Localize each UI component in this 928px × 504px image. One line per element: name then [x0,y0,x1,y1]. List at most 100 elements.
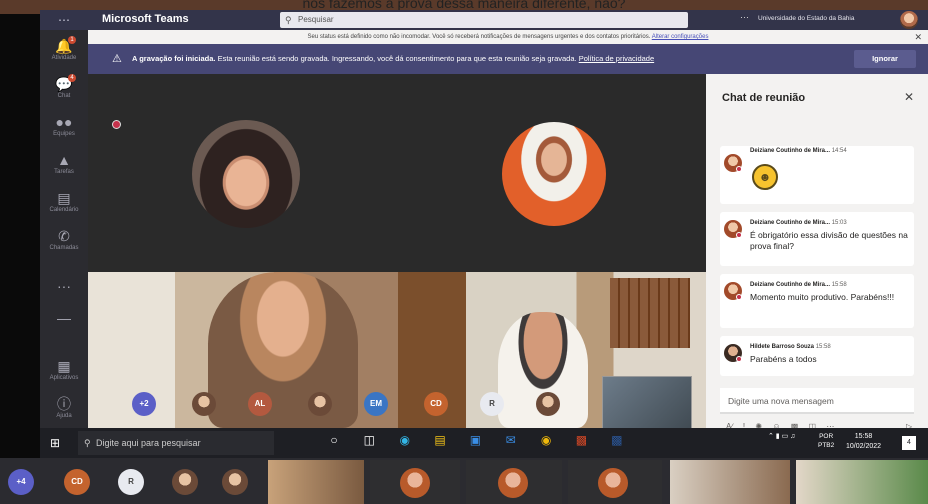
participant-chip[interactable]: EM [364,392,388,416]
app-rail: 🔔 1 Atividade 💬 4 Chat ●● Equipes ▲ Tare… [40,30,88,448]
rail-item-apps[interactable]: ▦ Aplicativos [40,358,88,382]
help-icon: ⓘ [57,396,71,412]
word-icon[interactable]: ▩ [605,433,629,447]
recording-started-label: A gravação foi iniciada. [132,54,216,63]
busy-status-icon [736,166,742,172]
assignments-icon: ▲ [57,152,71,168]
warning-icon: ⚠ [112,53,122,65]
task-view-icon[interactable]: ◫ [357,433,381,447]
participant-avatar [598,468,628,498]
participant-chip[interactable]: AL [248,392,272,416]
search-placeholder: Pesquisar [298,15,334,24]
chat-badge: 4 [68,74,76,82]
mail-icon[interactable]: ✉ [499,433,523,447]
chat-message: Deiziane Coutinho de Mira... 14:54 ☻ [720,146,914,204]
participant-video-thumbnail[interactable] [268,460,364,504]
avatar [724,220,742,238]
taskbar-search-input[interactable]: ⚲ Digite aqui para pesquisar [78,431,274,455]
change-settings-link[interactable]: Alterar configurações [652,34,709,40]
rail-item-more[interactable]: ··· [40,278,88,294]
title-bar: ⋯ Microsoft Teams ⚲ Pesquisar ··· Univer… [40,10,928,30]
search-input[interactable]: ⚲ Pesquisar [280,12,688,28]
busy-status-icon [736,356,742,362]
busy-status-icon [736,294,742,300]
participant-video-thumbnail[interactable] [466,460,562,504]
more-participants-chip[interactable]: +2 [132,392,156,416]
more-options-icon[interactable]: ··· [740,12,749,22]
app-launcher-icon[interactable]: ⋯ [40,10,88,30]
busy-status-icon [736,232,742,238]
rail-item-assignments[interactable]: ▲ Tarefas [40,152,88,176]
self-view-video[interactable] [602,376,692,432]
participant-avatar[interactable] [192,120,300,228]
chat-title: Chat de reunião [722,92,806,104]
participant-video-thumbnail[interactable] [568,460,662,504]
rail-item-teams[interactable]: ●● Equipes [40,114,88,138]
compose-message-input[interactable]: Digite uma nova mensagem [720,388,914,414]
message-text: É obrigatório essa divisão de questões n… [750,230,908,251]
bell-icon: 🔔 [55,38,73,54]
participant-chip[interactable] [192,392,216,416]
search-icon: ⚲ [84,438,91,448]
close-icon[interactable]: ✕ [914,30,922,44]
chat-message: Deiziane Coutinho de Mira... 15:58 Momen… [720,274,914,328]
rail-item-chat[interactable]: 💬 4 Chat [40,74,88,100]
participant-avatar[interactable] [502,122,606,226]
privacy-policy-link[interactable]: Política de privacidade [579,54,654,63]
windows-start-icon[interactable]: ⊞ [50,436,60,450]
profile-avatar[interactable] [900,11,918,29]
close-chat-icon[interactable]: ✕ [904,90,914,104]
participant-avatar [400,468,430,498]
more-participants-chip[interactable]: +4 [8,469,34,495]
bookshelf [610,278,690,348]
chat-icon: 💬 [55,76,73,92]
ignore-button[interactable]: Ignorar [854,50,916,68]
message-text: Parabéns a todos [750,354,817,364]
search-icon: ⚲ [285,15,292,25]
participant-chip[interactable]: R [480,392,504,416]
participant-video-thumbnail[interactable] [370,460,460,504]
participant-avatar [498,468,528,498]
participant-chip[interactable] [308,392,332,416]
store-icon[interactable]: ▣ [463,433,487,447]
avatar [724,154,742,172]
recording-indicator-icon [112,120,121,129]
participant-chip[interactable] [172,469,198,495]
notification-center-icon[interactable]: 4 [902,436,916,450]
participant-gallery: +4 CD R [0,458,928,504]
language-indicator[interactable]: POR PTB2 [818,432,834,450]
rail-item-calendar[interactable]: ▤ Calendário [40,190,88,214]
laughing-emoji-icon: ☻ [752,164,778,190]
powerpoint-icon[interactable]: ▩ [569,433,593,447]
participant-chip[interactable] [536,392,560,416]
screen-capture: nós fazemos a prova dessa maneira difere… [0,0,928,504]
system-tray-icons[interactable]: ⌃ ▮ ▭ ♫ [768,432,795,440]
edge-icon[interactable]: ◉ [393,433,417,447]
recording-banner: ⚠ A gravação foi iniciada. Esta reunião … [88,44,928,74]
avatar [724,344,742,362]
participant-chip[interactable] [222,469,248,495]
organization-name: Universidade do Estado da Bahia [758,15,855,22]
chat-message: Deiziane Coutinho de Mira... 15:03 É obr… [720,212,914,266]
taskbar-apps: ○ ◫ ◉ ▤ ▣ ✉ ◉ ▩ ▩ [322,433,637,447]
avatar [724,282,742,300]
file-explorer-icon[interactable]: ▤ [428,433,452,447]
participant-person [208,272,358,428]
chrome-icon[interactable]: ◉ [534,433,558,447]
cortana-icon[interactable]: ○ [322,433,346,447]
more-icon: ··· [57,278,71,294]
rail-item-activity[interactable]: 🔔 1 Atividade [40,36,88,62]
participant-chip[interactable]: CD [64,469,90,495]
windows-taskbar: ⊞ ⚲ Digite aqui para pesquisar ○ ◫ ◉ ▤ ▣… [40,428,928,458]
participant-video-thumbnail[interactable] [796,460,928,504]
participant-chip[interactable]: CD [424,392,448,416]
teams-window: ⋯ Microsoft Teams ⚲ Pesquisar ··· Univer… [40,10,928,458]
system-clock[interactable]: 15:58 10/02/2022 [846,432,881,452]
apps-icon: ▦ [57,358,71,374]
participant-chip[interactable]: R [118,469,144,495]
rail-item-calls[interactable]: ✆ Chamadas [40,228,88,252]
chat-message: Hildete Barroso Souza 15:58 Parabéns a t… [720,336,914,376]
rail-item-help[interactable]: ⓘ Ajuda [40,396,88,420]
calendar-icon: ▤ [57,190,71,206]
participant-video-thumbnail[interactable] [670,460,790,504]
